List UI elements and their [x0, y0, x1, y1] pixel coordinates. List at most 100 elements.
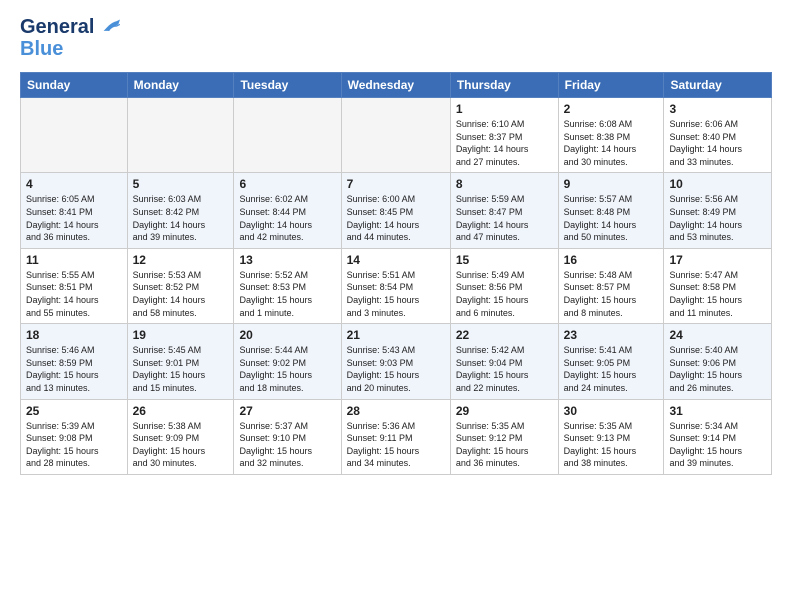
calendar-cell: 26Sunrise: 5:38 AM Sunset: 9:09 PM Dayli… [127, 399, 234, 474]
calendar-cell: 9 Sunrise: 5:57 AM Sunset: 8:48 PM Daylig… [558, 173, 664, 248]
calendar-cell: 12 Sunrise: 5:53 AM Sunset: 8:52 PM Dayli… [127, 248, 234, 323]
calendar-cell [341, 98, 450, 173]
day-number: 16 [564, 253, 659, 267]
calendar-cell: 14Sunrise: 5:51 AM Sunset: 8:54 PM Dayli… [341, 248, 450, 323]
calendar-cell [234, 98, 341, 173]
day-info: Sunrise: 5:57 AM Sunset: 8:48 PM Dayligh… [564, 193, 659, 243]
day-number: 4 [26, 177, 122, 191]
calendar-cell: 28 Sunrise: 5:36 AM Sunset: 9:11 PM Dayli… [341, 399, 450, 474]
weekday-header-row: SundayMondayTuesdayWednesdayThursdayFrid… [21, 73, 772, 98]
day-number: 7 [347, 177, 445, 191]
day-info: Sunrise: 5:52 AM Sunset: 8:53 PM Dayligh… [239, 269, 335, 319]
day-info: Sunrise: 5:35 AM Sunset: 9:13 PM Dayligh… [564, 420, 659, 470]
week-row-5: 25 Sunrise: 5:39 AM Sunset: 9:08 PM Dayli… [21, 399, 772, 474]
calendar-cell: 29 Sunrise: 5:35 AM Sunset: 9:12 PM Dayli… [450, 399, 558, 474]
calendar-cell: 24 Sunrise: 5:40 AM Sunset: 9:06 PM Dayli… [664, 324, 772, 399]
calendar-cell: 18Sunrise: 5:46 AM Sunset: 8:59 PM Dayli… [21, 324, 128, 399]
day-info: Sunrise: 6:08 AM Sunset: 8:38 PM Dayligh… [564, 118, 659, 168]
day-info: Sunrise: 5:55 AM Sunset: 8:51 PM Dayligh… [26, 269, 122, 319]
weekday-header-friday: Friday [558, 73, 664, 98]
day-number: 22 [456, 328, 553, 342]
logo-bird-icon [102, 19, 120, 33]
day-info: Sunrise: 5:40 AM Sunset: 9:06 PM Dayligh… [669, 344, 766, 394]
day-number: 23 [564, 328, 659, 342]
calendar: SundayMondayTuesdayWednesdayThursdayFrid… [20, 72, 772, 475]
logo-blue: Blue [20, 38, 120, 60]
calendar-cell: 17Sunrise: 5:47 AM Sunset: 8:58 PM Dayli… [664, 248, 772, 323]
day-number: 28 [347, 404, 445, 418]
day-number: 13 [239, 253, 335, 267]
day-number: 25 [26, 404, 122, 418]
day-info: Sunrise: 5:59 AM Sunset: 8:47 PM Dayligh… [456, 193, 553, 243]
day-number: 12 [133, 253, 229, 267]
day-number: 11 [26, 253, 122, 267]
week-row-1: 1Sunrise: 6:10 AM Sunset: 8:37 PM Daylig… [21, 98, 772, 173]
calendar-cell: 8 Sunrise: 5:59 AM Sunset: 8:47 PM Daylig… [450, 173, 558, 248]
day-info: Sunrise: 5:34 AM Sunset: 9:14 PM Dayligh… [669, 420, 766, 470]
day-info: Sunrise: 5:49 AM Sunset: 8:56 PM Dayligh… [456, 269, 553, 319]
weekday-header-thursday: Thursday [450, 73, 558, 98]
calendar-cell: 13 Sunrise: 5:52 AM Sunset: 8:53 PM Dayli… [234, 248, 341, 323]
calendar-cell: 4 Sunrise: 6:05 AM Sunset: 8:41 PM Daylig… [21, 173, 128, 248]
calendar-cell: 27 Sunrise: 5:37 AM Sunset: 9:10 PM Dayli… [234, 399, 341, 474]
day-number: 2 [564, 102, 659, 116]
day-number: 24 [669, 328, 766, 342]
day-info: Sunrise: 5:45 AM Sunset: 9:01 PM Dayligh… [133, 344, 229, 394]
day-number: 8 [456, 177, 553, 191]
day-info: Sunrise: 5:41 AM Sunset: 9:05 PM Dayligh… [564, 344, 659, 394]
day-number: 19 [133, 328, 229, 342]
calendar-cell: 1Sunrise: 6:10 AM Sunset: 8:37 PM Daylig… [450, 98, 558, 173]
calendar-cell: 15 Sunrise: 5:49 AM Sunset: 8:56 PM Dayli… [450, 248, 558, 323]
calendar-cell: 2 Sunrise: 6:08 AM Sunset: 8:38 PM Daylig… [558, 98, 664, 173]
day-number: 9 [564, 177, 659, 191]
day-info: Sunrise: 6:06 AM Sunset: 8:40 PM Dayligh… [669, 118, 766, 168]
day-info: Sunrise: 5:56 AM Sunset: 8:49 PM Dayligh… [669, 193, 766, 243]
day-info: Sunrise: 5:53 AM Sunset: 8:52 PM Dayligh… [133, 269, 229, 319]
calendar-cell [127, 98, 234, 173]
calendar-cell: 30 Sunrise: 5:35 AM Sunset: 9:13 PM Dayli… [558, 399, 664, 474]
calendar-cell: 10 Sunrise: 5:56 AM Sunset: 8:49 PM Dayli… [664, 173, 772, 248]
calendar-cell: 20Sunrise: 5:44 AM Sunset: 9:02 PM Dayli… [234, 324, 341, 399]
day-info: Sunrise: 5:47 AM Sunset: 8:58 PM Dayligh… [669, 269, 766, 319]
header: General Blue [20, 16, 772, 60]
day-number: 20 [239, 328, 335, 342]
day-number: 15 [456, 253, 553, 267]
weekday-header-monday: Monday [127, 73, 234, 98]
day-info: Sunrise: 5:48 AM Sunset: 8:57 PM Dayligh… [564, 269, 659, 319]
weekday-header-sunday: Sunday [21, 73, 128, 98]
calendar-cell [21, 98, 128, 173]
week-row-2: 4 Sunrise: 6:05 AM Sunset: 8:41 PM Daylig… [21, 173, 772, 248]
day-number: 29 [456, 404, 553, 418]
day-info: Sunrise: 5:37 AM Sunset: 9:10 PM Dayligh… [239, 420, 335, 470]
calendar-cell: 23 Sunrise: 5:41 AM Sunset: 9:05 PM Dayli… [558, 324, 664, 399]
day-info: Sunrise: 5:35 AM Sunset: 9:12 PM Dayligh… [456, 420, 553, 470]
day-number: 6 [239, 177, 335, 191]
calendar-cell: 6 Sunrise: 6:02 AM Sunset: 8:44 PM Daylig… [234, 173, 341, 248]
day-info: Sunrise: 5:42 AM Sunset: 9:04 PM Dayligh… [456, 344, 553, 394]
day-number: 10 [669, 177, 766, 191]
calendar-cell: 21 Sunrise: 5:43 AM Sunset: 9:03 PM Dayli… [341, 324, 450, 399]
calendar-cell: 7 Sunrise: 6:00 AM Sunset: 8:45 PM Daylig… [341, 173, 450, 248]
weekday-header-wednesday: Wednesday [341, 73, 450, 98]
day-number: 21 [347, 328, 445, 342]
calendar-cell: 5Sunrise: 6:03 AM Sunset: 8:42 PM Daylig… [127, 173, 234, 248]
day-info: Sunrise: 6:02 AM Sunset: 8:44 PM Dayligh… [239, 193, 335, 243]
week-row-4: 18Sunrise: 5:46 AM Sunset: 8:59 PM Dayli… [21, 324, 772, 399]
day-info: Sunrise: 5:43 AM Sunset: 9:03 PM Dayligh… [347, 344, 445, 394]
day-number: 14 [347, 253, 445, 267]
day-number: 27 [239, 404, 335, 418]
calendar-cell: 25 Sunrise: 5:39 AM Sunset: 9:08 PM Dayli… [21, 399, 128, 474]
day-info: Sunrise: 5:46 AM Sunset: 8:59 PM Dayligh… [26, 344, 122, 394]
calendar-cell: 19 Sunrise: 5:45 AM Sunset: 9:01 PM Dayli… [127, 324, 234, 399]
calendar-cell: 22 Sunrise: 5:42 AM Sunset: 9:04 PM Dayli… [450, 324, 558, 399]
calendar-cell: 3Sunrise: 6:06 AM Sunset: 8:40 PM Daylig… [664, 98, 772, 173]
calendar-cell: 31Sunrise: 5:34 AM Sunset: 9:14 PM Dayli… [664, 399, 772, 474]
day-info: Sunrise: 6:00 AM Sunset: 8:45 PM Dayligh… [347, 193, 445, 243]
day-info: Sunrise: 5:38 AM Sunset: 9:09 PM Dayligh… [133, 420, 229, 470]
logo-text: General [20, 16, 120, 38]
day-number: 30 [564, 404, 659, 418]
day-info: Sunrise: 6:05 AM Sunset: 8:41 PM Dayligh… [26, 193, 122, 243]
day-info: Sunrise: 5:36 AM Sunset: 9:11 PM Dayligh… [347, 420, 445, 470]
day-info: Sunrise: 5:39 AM Sunset: 9:08 PM Dayligh… [26, 420, 122, 470]
week-row-3: 11 Sunrise: 5:55 AM Sunset: 8:51 PM Dayli… [21, 248, 772, 323]
